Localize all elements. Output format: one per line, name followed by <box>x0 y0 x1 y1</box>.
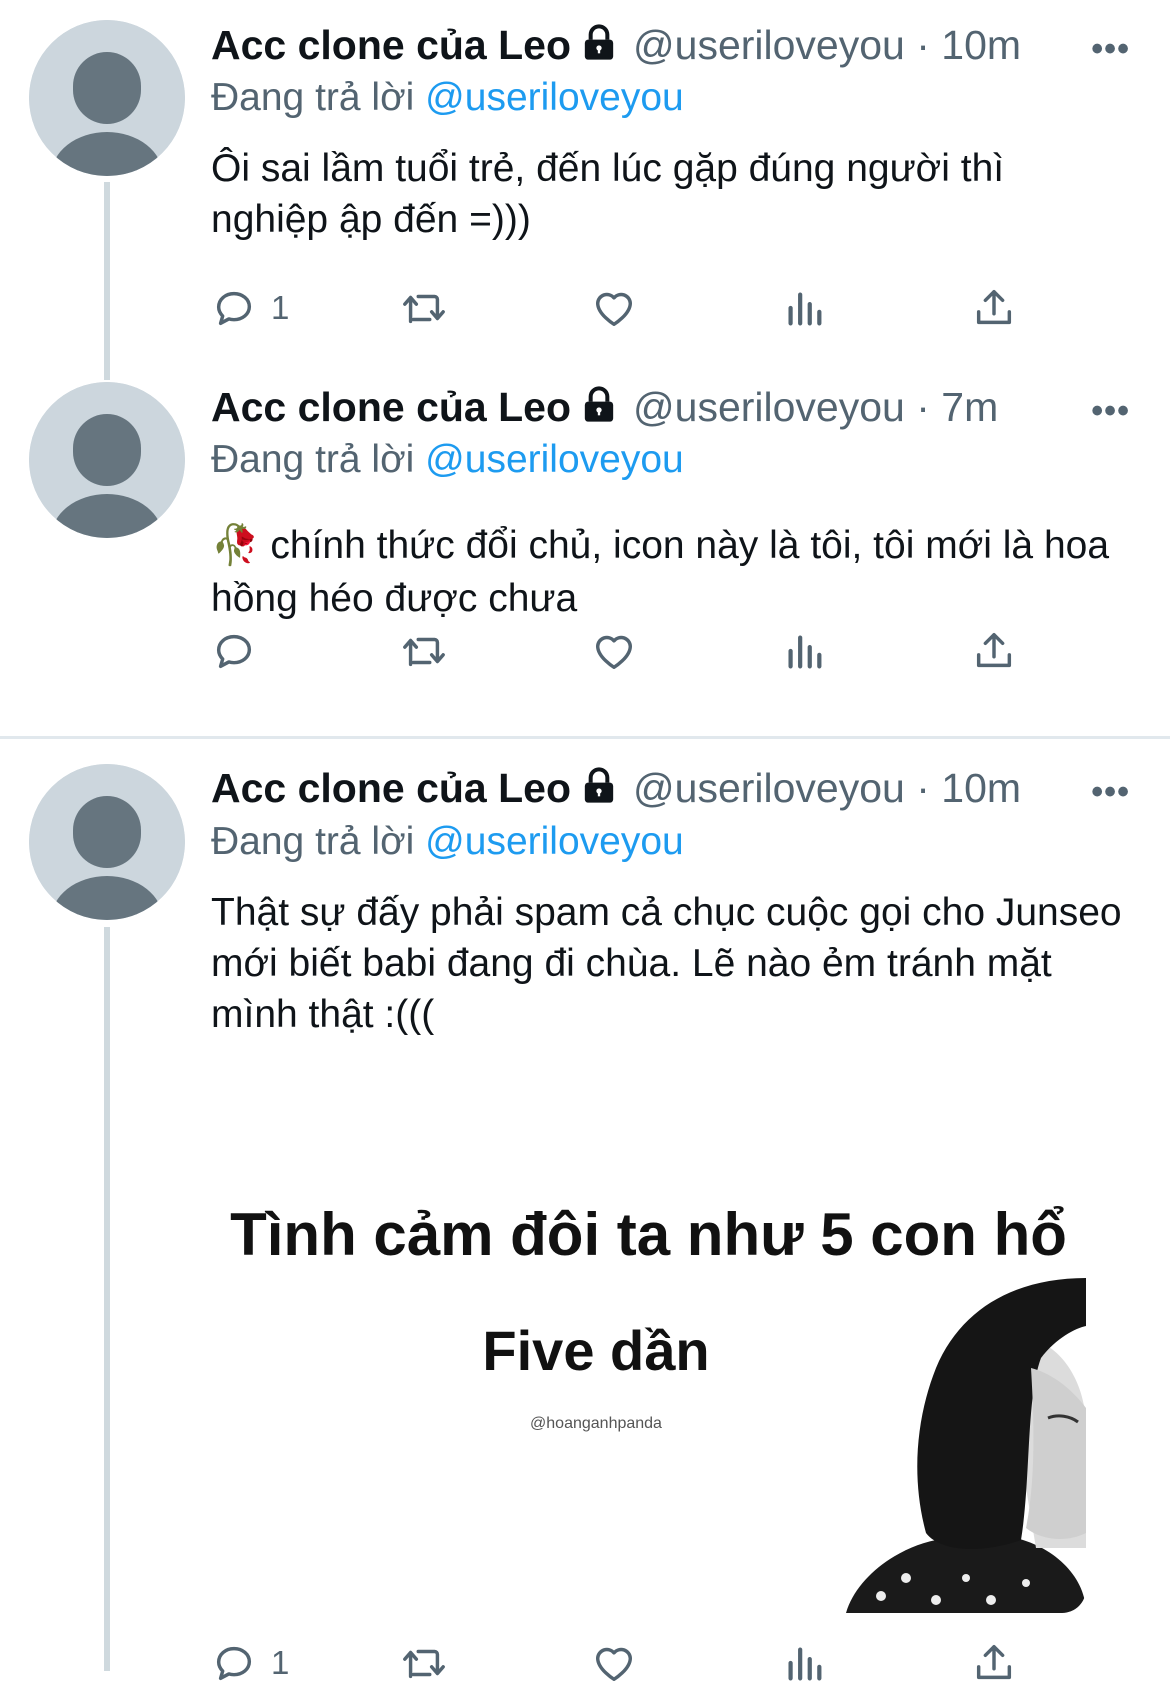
tweet-header: Acc clone của Leo @useriloveyou · 10m <box>211 22 1021 82</box>
tweet-header: Acc clone của Leo @useriloveyou · 7m <box>211 384 998 444</box>
reply-icon <box>216 634 252 669</box>
views-button[interactable] <box>781 626 827 676</box>
action-bar: 1 <box>211 1638 1031 1688</box>
reply-button[interactable]: 1 <box>211 1638 289 1688</box>
replying-to-mention[interactable]: @useriloveyou <box>425 76 684 119</box>
more-options-button[interactable]: ••• <box>1091 773 1130 812</box>
replying-to: Đang trả lời @useriloveyou <box>211 820 684 864</box>
like-button[interactable] <box>591 1638 637 1688</box>
more-options-button[interactable]: ••• <box>1091 30 1130 69</box>
tweet-text: 🥀 chính thức đổi chủ, icon này là tôi, t… <box>211 524 1110 620</box>
timestamp[interactable]: 10m <box>941 22 1021 68</box>
replying-to-mention[interactable]: @useriloveyou <box>425 820 684 863</box>
views-button[interactable] <box>781 1638 827 1688</box>
views-button[interactable] <box>781 283 827 333</box>
avatar[interactable] <box>29 764 185 920</box>
separator: · <box>904 22 942 68</box>
views-icon <box>788 292 822 326</box>
like-icon <box>595 1647 633 1682</box>
share-button[interactable] <box>971 283 1017 333</box>
like-button[interactable] <box>591 626 637 676</box>
reply-count: 1 <box>271 1644 290 1681</box>
views-icon <box>788 1647 822 1681</box>
display-name[interactable]: Acc clone của Leo <box>211 22 571 68</box>
replying-to: Đang trả lời @useriloveyou <box>211 76 684 120</box>
lock-icon <box>579 766 619 811</box>
replying-to-label: Đang trả lời <box>211 438 426 481</box>
tweet-text: Ôi sai lầm tuổi trẻ, đến lúc gặp đúng ng… <box>211 147 1005 241</box>
replying-to: Đang trả lời @useriloveyou <box>211 438 684 482</box>
like-button[interactable] <box>591 283 637 333</box>
replying-to-label: Đang trả lời <box>211 820 426 863</box>
like-icon <box>595 635 633 670</box>
lock-icon <box>579 23 619 68</box>
tweet-text: Thật sự đấy phải spam cả chục cuộc gọi c… <box>211 891 1122 1036</box>
retweet-icon <box>403 294 445 324</box>
divider <box>0 736 1170 739</box>
action-bar: 1 <box>211 283 1031 333</box>
share-button[interactable] <box>971 626 1017 676</box>
share-icon <box>976 289 1012 325</box>
timestamp[interactable]: 10m <box>941 765 1021 811</box>
reply-button[interactable] <box>211 626 271 676</box>
separator: · <box>904 765 942 811</box>
thread-line <box>104 927 110 1671</box>
tweet-header: Acc clone của Leo @useriloveyou · 10m <box>211 765 1021 825</box>
meme-title: Tình cảm đôi ta như 5 con hổ <box>230 1201 1067 1268</box>
lock-icon <box>579 385 619 430</box>
action-bar <box>211 626 1031 676</box>
reply-icon <box>216 1646 252 1681</box>
meme-photo <box>786 1278 1086 1613</box>
share-button[interactable] <box>971 1638 1017 1688</box>
handle[interactable]: @useriloveyou <box>633 22 905 68</box>
share-icon <box>976 632 1012 668</box>
replying-to-label: Đang trả lời <box>211 76 426 119</box>
handle[interactable]: @useriloveyou <box>633 384 905 430</box>
retweet-button[interactable] <box>401 1638 447 1688</box>
views-icon <box>788 635 822 669</box>
tweet-media-image[interactable]: Tình cảm đôi ta như 5 con hổ Five dần @h… <box>211 1088 1086 1613</box>
reply-count: 1 <box>271 289 290 326</box>
avatar[interactable] <box>29 20 185 176</box>
retweet-button[interactable] <box>401 283 447 333</box>
more-options-button[interactable]: ••• <box>1091 392 1130 431</box>
display-name[interactable]: Acc clone của Leo <box>211 765 571 811</box>
display-name[interactable]: Acc clone của Leo <box>211 384 571 430</box>
separator: · <box>904 384 942 430</box>
retweet-icon <box>403 637 445 667</box>
timestamp[interactable]: 7m <box>941 384 998 430</box>
reply-icon <box>216 291 252 326</box>
like-icon <box>595 292 633 327</box>
retweet-icon <box>403 1649 445 1679</box>
thread-line <box>104 182 110 380</box>
avatar[interactable] <box>29 382 185 538</box>
retweet-button[interactable] <box>401 626 447 676</box>
handle[interactable]: @useriloveyou <box>633 765 905 811</box>
share-icon <box>976 1644 1012 1680</box>
replying-to-mention[interactable]: @useriloveyou <box>425 438 684 481</box>
reply-button[interactable]: 1 <box>211 283 289 333</box>
